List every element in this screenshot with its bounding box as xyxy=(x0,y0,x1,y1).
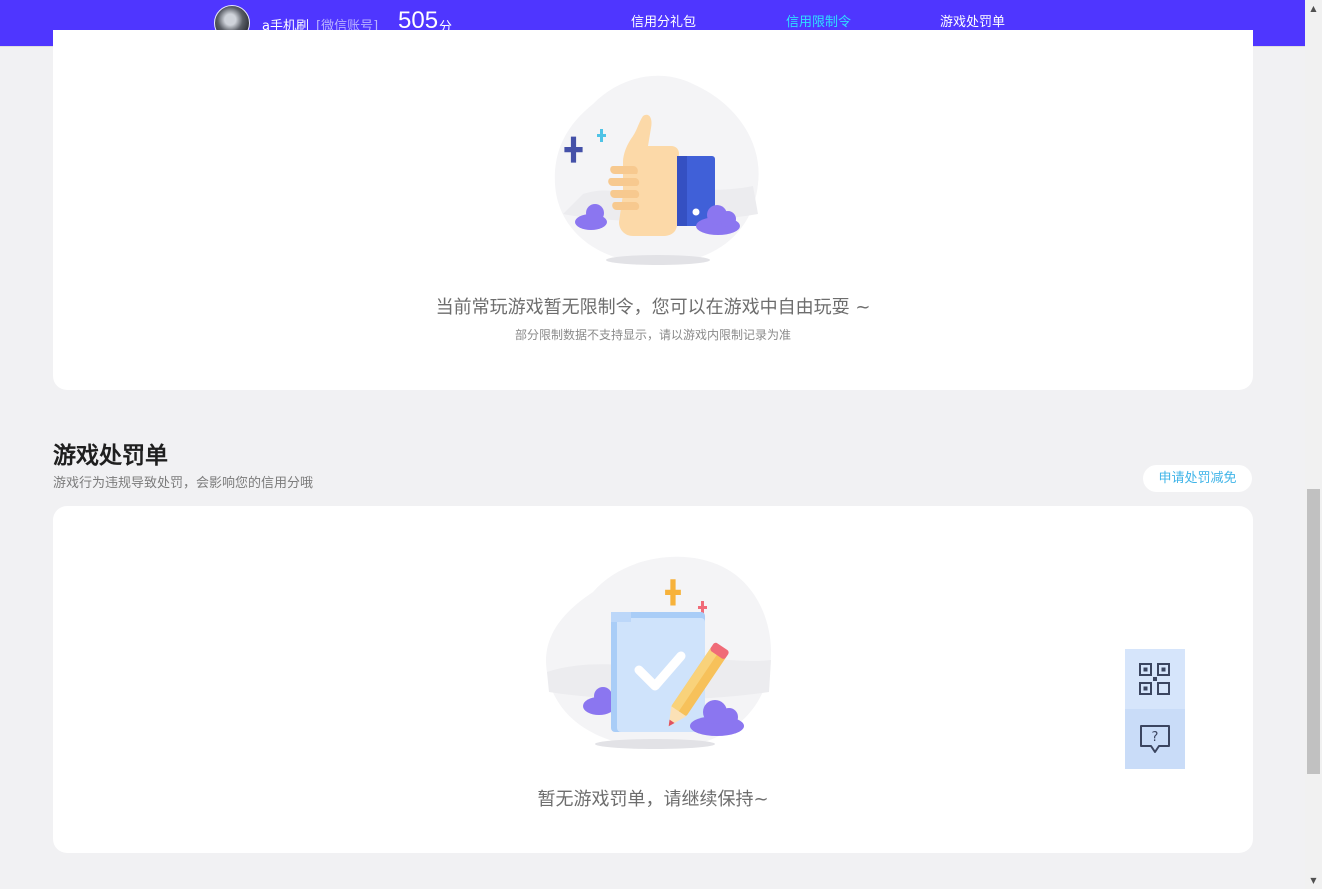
scrollbar-thumb[interactable] xyxy=(1307,489,1320,774)
scroll-up-arrow-icon[interactable]: ▲ xyxy=(1305,0,1322,17)
svg-text:?: ? xyxy=(1152,730,1159,745)
qr-code-button[interactable] xyxy=(1125,649,1185,709)
floating-actions: ? xyxy=(1125,649,1185,769)
penalty-card: 暂无游戏罚单，请继续保持~ xyxy=(53,506,1253,853)
penalty-section-title: 游戏处罚单 xyxy=(53,443,168,469)
restriction-card: 当前常玩游戏暂无限制令，您可以在游戏中自由玩耍 ~ 部分限制数据不支持显示，请以… xyxy=(53,30,1253,390)
help-chat-icon: ? xyxy=(1140,725,1170,753)
help-button[interactable]: ? xyxy=(1125,709,1185,769)
checklist-pencil-icon xyxy=(546,556,771,749)
penalty-empty-title: 暂无游戏罚单，请继续保持~ xyxy=(537,789,769,810)
penalty-section-description: 游戏行为违规导致处罚，会影响您的信用分哦 xyxy=(53,476,314,491)
scroll-down-arrow-icon[interactable]: ▼ xyxy=(1305,872,1322,889)
restriction-empty-title: 当前常玩游戏暂无限制令，您可以在游戏中自由玩耍 ~ xyxy=(435,297,871,318)
page-scrollbar[interactable]: ▲ ▼ xyxy=(1305,0,1322,889)
apply-penalty-reduction-button[interactable]: 申请处罚减免 xyxy=(1143,465,1252,492)
footer-note xyxy=(0,880,1305,889)
thumbs-up-icon xyxy=(554,75,759,265)
qr-code-icon xyxy=(1139,663,1170,695)
restriction-empty-note: 部分限制数据不支持显示，请以游戏内限制记录为准 xyxy=(514,328,791,342)
